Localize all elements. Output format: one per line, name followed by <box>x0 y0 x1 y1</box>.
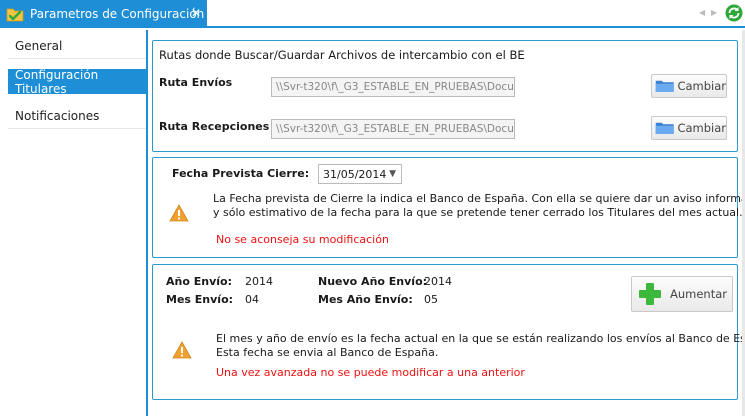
sidebar-item-configuracion-titulares[interactable]: Configuración Titulares <box>8 67 146 96</box>
anio-envio-label: Año Envío: <box>166 275 232 288</box>
envio-info-line2: Esta fecha se envia al Banco de España. <box>216 346 439 359</box>
cambiar-envios-button[interactable]: Cambiar <box>651 74 727 98</box>
tab-bar: Parametros de Configuración ✕ ◀ ▶ <box>0 0 745 28</box>
warning-icon <box>172 341 192 359</box>
fecha-cierre-info-line2: y sólo estimativo de la fecha para la qu… <box>213 206 743 219</box>
close-icon[interactable]: ✕ <box>191 6 201 20</box>
mes-anio-envio-label: Mes Año Envío: <box>318 293 413 306</box>
sidebar-item-label: Notificaciones <box>15 109 100 123</box>
sidebar: General Configuración Titulares Notifica… <box>0 30 148 416</box>
fecha-cierre-info-line1: La Fecha prevista de Cierre la indica el… <box>213 192 745 205</box>
nuevo-anio-envio-label: Nuevo Año Envío: <box>318 275 428 288</box>
aumentar-button[interactable]: Aumentar <box>631 276 733 312</box>
mes-envio-label: Mes Envío: <box>166 293 234 306</box>
anio-envio-value: 2014 <box>245 275 273 288</box>
ruta-recepciones-input[interactable]: \\Svr-t320\f\_G3_ESTABLE_EN_PRUEBAS\Docu… <box>271 119 515 139</box>
folder-icon <box>655 80 674 92</box>
warning-icon <box>169 204 189 222</box>
mes-envio-value: 04 <box>245 293 259 306</box>
fecha-cierre-value: 31/05/2014 <box>323 167 387 181</box>
envio-panel: Año Envío: 2014 Nuevo Año Envío: 2014 Me… <box>152 264 745 400</box>
fecha-cierre-picker[interactable]: 31/05/2014 ▼ <box>318 164 402 184</box>
ruta-recepciones-label: Ruta Recepciones <box>159 120 270 133</box>
fecha-cierre-label: Fecha Prevista Cierre: <box>172 167 310 180</box>
plus-icon <box>639 283 661 305</box>
cambiar-recepciones-button[interactable]: Cambiar <box>651 116 727 140</box>
ruta-envios-input[interactable]: \\Svr-t320\f\_G3_ESTABLE_EN_PRUEBAS\Docu… <box>271 77 515 97</box>
sidebar-item-label: General <box>15 39 63 53</box>
envio-info-line1: El mes y año de envío es la fecha actual… <box>216 332 745 345</box>
sidebar-item-general[interactable]: General <box>8 34 146 59</box>
refresh-icon[interactable] <box>725 4 743 22</box>
ruta-envios-label: Ruta Envíos <box>159 76 233 89</box>
aumentar-label: Aumentar <box>670 287 728 301</box>
scroll-left-icon[interactable]: ◀ <box>699 8 705 17</box>
cambiar-label: Cambiar <box>677 121 726 135</box>
nuevo-anio-envio-value: 2014 <box>424 275 452 288</box>
mes-anio-envio-value: 05 <box>424 293 438 306</box>
fecha-cierre-warning: No se aconseja su modificación <box>216 233 389 246</box>
scroll-right-icon[interactable]: ▶ <box>711 8 717 17</box>
chevron-down-icon[interactable]: ▼ <box>389 169 396 179</box>
folder-icon <box>655 122 674 134</box>
cambiar-label: Cambiar <box>677 79 726 93</box>
sidebar-item-notificaciones[interactable]: Notificaciones <box>8 104 146 129</box>
folder-check-icon <box>6 8 24 22</box>
sidebar-item-label: Configuración Titulares <box>15 67 99 96</box>
envio-warning: Una vez avanzada no se puede modificar a… <box>216 366 525 379</box>
tab-parametros-configuracion[interactable]: Parametros de Configuración ✕ <box>0 0 207 28</box>
rutas-panel: Rutas donde Buscar/Guardar Archivos de i… <box>152 40 738 152</box>
fecha-cierre-panel: Fecha Prevista Cierre: 31/05/2014 ▼ La F… <box>152 157 745 258</box>
tab-title: Parametros de Configuración <box>30 7 205 21</box>
rutas-heading: Rutas donde Buscar/Guardar Archivos de i… <box>159 48 525 62</box>
